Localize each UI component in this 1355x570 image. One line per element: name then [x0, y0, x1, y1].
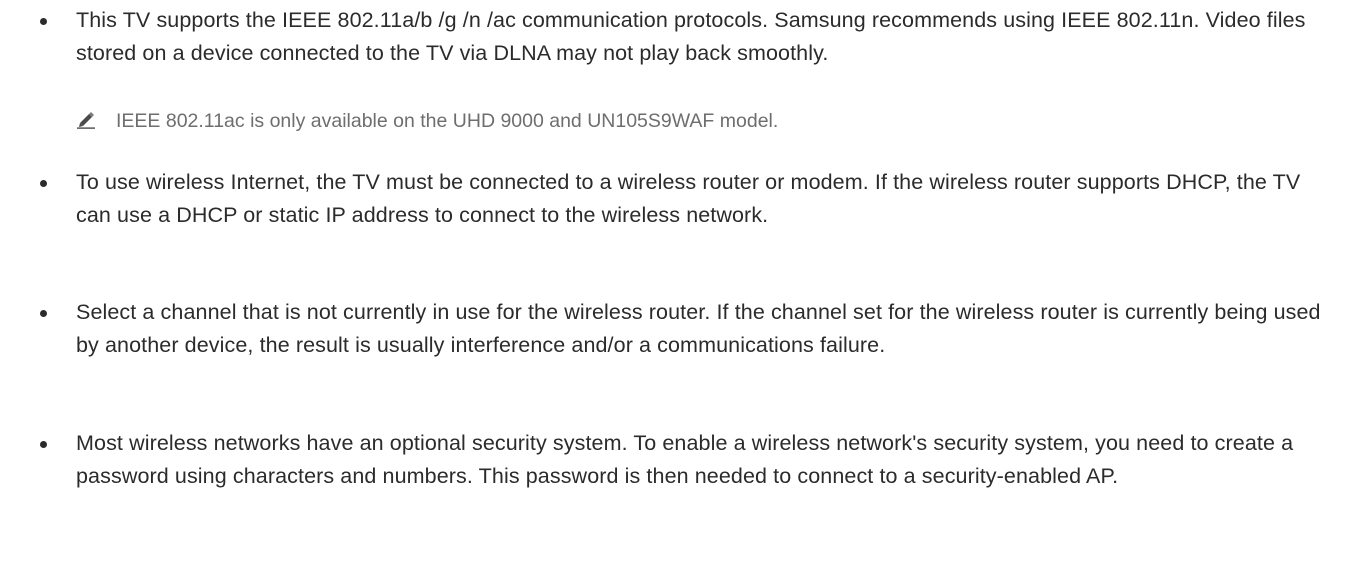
list-item-wireless-internet: To use wireless Internet, the TV must be… [40, 166, 1340, 232]
pencil-icon [77, 112, 95, 129]
list-item-security-system: Most wireless networks have an optional … [40, 427, 1340, 493]
list-item-text: This TV supports the IEEE 802.11a/b /g /… [76, 8, 1306, 65]
note: IEEE 802.11ac is only available on the U… [76, 107, 1336, 137]
note-text: IEEE 802.11ac is only available on the U… [116, 110, 779, 132]
bullet-dot [40, 310, 47, 317]
list-item-text: Most wireless networks have an optional … [76, 431, 1294, 488]
bullet-dot [40, 180, 47, 187]
list-item-text: To use wireless Internet, the TV must be… [76, 170, 1301, 227]
bullet-dot [40, 18, 47, 25]
document-page: This TV supports the IEEE 802.11a/b /g /… [0, 0, 1355, 570]
list-item-text: Select a channel that is not currently i… [76, 300, 1321, 357]
bullet-dot [40, 441, 47, 448]
list-item-wifi-protocols: This TV supports the IEEE 802.11a/b /g /… [40, 4, 1340, 70]
list-item-channel-selection: Select a channel that is not currently i… [40, 296, 1340, 362]
